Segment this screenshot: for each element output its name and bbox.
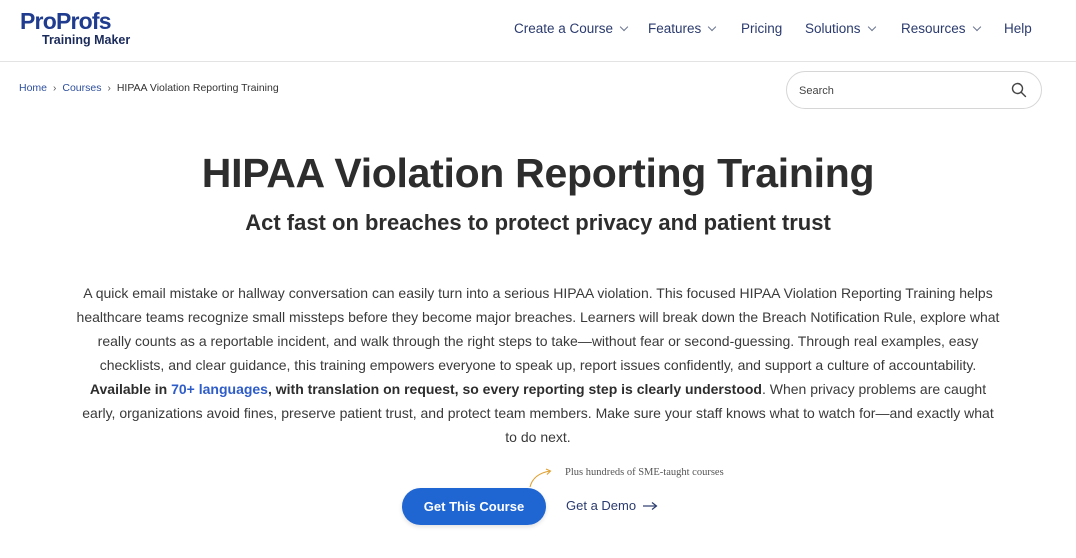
site-header: ProProfs Training Maker Create a Course … [0,0,1076,62]
nav-help[interactable]: Help [1004,21,1032,36]
main-nav: Create a Course Features Pricing Solutio… [0,0,1076,62]
breadcrumb-home[interactable]: Home [19,82,47,94]
nav-label: Solutions [805,21,861,36]
page-subtitle: Act fast on breaches to protect privacy … [245,210,831,235]
course-description: A quick email mistake or hallway convers… [76,281,1000,449]
nav-label: Create a Course [514,21,614,36]
description-bold-text: , with translation on request, so every … [267,381,762,397]
nav-label: Pricing [741,21,783,36]
chevron-down-icon [972,22,981,31]
get-this-course-button[interactable]: Get This Course [402,488,546,525]
curved-arrow-icon [529,468,552,488]
description-text: A quick email mistake or hallway convers… [76,285,1000,373]
page-title: HIPAA Violation Reporting Training [201,150,875,196]
nav-resources[interactable]: Resources [901,21,981,36]
description-bold-text: Available in [89,381,172,397]
chevron-down-icon [708,22,717,31]
description-bold: Available in 70+ languages, with transla… [90,381,762,397]
nav-pricing[interactable]: Pricing [741,21,782,36]
get-a-demo-link[interactable]: Get a Demo [566,498,658,513]
breadcrumb: Home › Courses › HIPAA Violation Reporti… [19,82,279,94]
arrow-right-icon [643,501,658,510]
search-input[interactable] [799,81,999,101]
nav-label: Features [648,21,702,36]
breadcrumb-courses[interactable]: Courses [62,82,101,94]
demo-label: Get a Demo [566,498,637,513]
chevron-down-icon [619,22,629,31]
search-icon[interactable] [1011,82,1027,98]
nav-features[interactable]: Features [648,21,717,36]
chevron-down-icon [867,22,876,31]
nav-create-course[interactable]: Create a Course [514,21,629,36]
breadcrumb-current: HIPAA Violation Reporting Training [116,82,279,94]
cta-note: Plus hundreds of SME-taught courses [565,467,724,478]
nav-label: Help [1004,21,1032,36]
search-box [786,71,1042,109]
breadcrumb-separator: › [53,82,57,94]
languages-link[interactable]: 70+ languages [171,381,268,397]
nav-label: Resources [901,21,966,36]
breadcrumb-separator: › [107,82,111,94]
nav-solutions[interactable]: Solutions [805,21,876,36]
